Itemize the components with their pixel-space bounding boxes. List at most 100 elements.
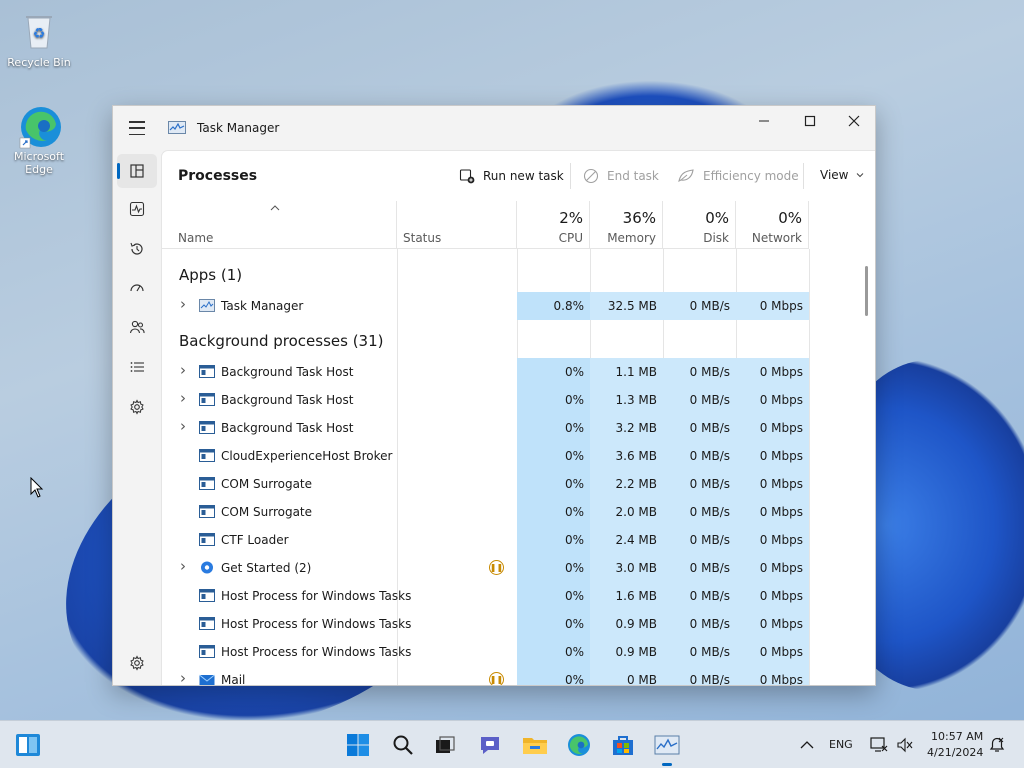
process-window-icon	[199, 505, 215, 518]
run-new-task-button[interactable]: Run new task	[459, 168, 564, 184]
table-row[interactable]: 0% 2.2 MB 0 MB/s 0 Mbps COM Surrogate	[162, 470, 859, 498]
desktop-icon-recycle-bin[interactable]: ♻ Recycle Bin	[3, 10, 75, 69]
language-indicator[interactable]: ENG	[829, 738, 853, 751]
start-button[interactable]	[345, 732, 371, 758]
table-row[interactable]: 0% 1.3 MB 0 MB/s 0 Mbps › Background Task Hos…	[162, 386, 859, 414]
memory-cell: 0.9 MB	[590, 610, 663, 638]
chevron-right-icon[interactable]: ›	[180, 417, 186, 435]
column-header-name[interactable]: Name	[162, 201, 397, 249]
nav-app-history[interactable]	[117, 232, 157, 266]
cpu-cell: 0%	[517, 414, 590, 442]
table-row[interactable]: 0% 0 MB 0 MB/s 0 Mbps › Mail ❚❚	[162, 666, 859, 685]
table-row[interactable]: 0% 2.4 MB 0 MB/s 0 Mbps CTF Loader	[162, 526, 859, 554]
suspended-status-icon: ❚❚	[489, 672, 504, 685]
notification-bell-icon	[989, 737, 1005, 752]
nav-details[interactable]	[117, 350, 157, 384]
edge-taskbar-button[interactable]	[566, 732, 592, 758]
maximize-button[interactable]	[787, 106, 833, 136]
store-button[interactable]	[610, 732, 636, 758]
close-button[interactable]	[831, 106, 877, 136]
table-row[interactable]: 0% 0.9 MB 0 MB/s 0 Mbps Host Process for Win…	[162, 638, 859, 666]
chevron-up-icon	[800, 741, 814, 749]
nav-settings[interactable]	[117, 646, 157, 680]
process-name: CTF Loader	[221, 533, 289, 547]
memory-cell: 2.4 MB	[590, 526, 663, 554]
process-window-icon	[199, 617, 215, 630]
chevron-right-icon[interactable]: ›	[180, 295, 186, 313]
disk-cell: 0 MB/s	[663, 386, 736, 414]
volume-button[interactable]	[892, 732, 918, 758]
vertical-scrollbar-thumb[interactable]	[865, 266, 868, 316]
chevron-right-icon[interactable]: ›	[180, 389, 186, 407]
desktop-icon-edge[interactable]: Microsoft Edge	[3, 104, 75, 176]
task-manager-taskbar-button[interactable]	[654, 732, 680, 766]
network-cell: 0 Mbps	[736, 292, 809, 320]
group-header[interactable]: Background processes (31)	[162, 320, 859, 358]
command-separator	[570, 163, 571, 189]
clock-time[interactable]: 10:57 AM	[931, 730, 983, 743]
hamburger-menu-icon[interactable]	[126, 119, 148, 137]
column-header-cpu[interactable]: 2% CPU	[517, 201, 590, 249]
show-hidden-icons-button[interactable]	[794, 732, 820, 758]
file-explorer-button[interactable]	[522, 732, 548, 758]
cpu-cell: 0%	[517, 498, 590, 526]
process-name: Task Manager	[221, 299, 304, 313]
command-bar: Processes Run new task End task Efficien…	[162, 151, 875, 201]
nav-performance[interactable]	[117, 192, 157, 226]
column-label: Network	[751, 231, 802, 245]
column-header-memory[interactable]: 36% Memory	[590, 201, 663, 249]
network-status-button[interactable]	[866, 732, 892, 758]
table-row[interactable]: 0% 2.0 MB 0 MB/s 0 Mbps COM Surrogate	[162, 498, 859, 526]
chevron-right-icon[interactable]: ›	[180, 669, 186, 685]
svg-text:♻: ♻	[33, 26, 46, 42]
efficiency-mode-label: Efficiency mode	[703, 169, 799, 183]
column-header-network[interactable]: 0% Network	[736, 201, 809, 249]
table-row[interactable]: 0.8% 32.5 MB 0 MB/s 0 Mbps › Task Manager	[162, 292, 859, 320]
network-cell: 0 Mbps	[736, 386, 809, 414]
table-row[interactable]: 0% 1.6 MB 0 MB/s 0 Mbps Host Process for Win…	[162, 582, 859, 610]
desktop-icon-label: Recycle Bin	[7, 56, 71, 69]
table-row[interactable]: 0% 3.0 MB 0 MB/s 0 Mbps › Get Started (2) ❚❚	[162, 554, 859, 582]
minimize-button[interactable]	[741, 106, 787, 136]
widgets-button[interactable]	[15, 732, 41, 758]
disk-cell: 0 MB/s	[663, 358, 736, 386]
task-manager-window: Task Manager Processes Run new task End …	[112, 105, 876, 686]
group-header[interactable]: Apps (1)	[162, 254, 859, 292]
clock-date[interactable]: 4/21/2024	[927, 746, 983, 759]
process-name: COM Surrogate	[221, 477, 313, 491]
end-task-button[interactable]: End task	[583, 168, 659, 184]
task-view-button[interactable]	[432, 732, 458, 758]
disk-cell: 0 MB/s	[663, 470, 736, 498]
window-title: Task Manager	[197, 121, 280, 135]
nav-processes[interactable]	[117, 154, 157, 188]
column-header-disk[interactable]: 0% Disk	[663, 201, 736, 249]
table-row[interactable]: 0% 3.2 MB 0 MB/s 0 Mbps › Background Task Hos…	[162, 414, 859, 442]
view-dropdown[interactable]: View	[820, 168, 864, 182]
table-row[interactable]: 0% 3.6 MB 0 MB/s 0 Mbps CloudExperienceHost …	[162, 442, 859, 470]
history-icon	[130, 242, 143, 255]
process-name: COM Surrogate	[221, 505, 313, 519]
chevron-right-icon[interactable]: ›	[180, 361, 186, 379]
table-row[interactable]: 0% 1.1 MB 0 MB/s 0 Mbps › Background Task Hos…	[162, 358, 859, 386]
teams-chat-button[interactable]	[477, 732, 503, 758]
nav-startup-apps[interactable]	[117, 271, 157, 305]
network-cell: 0 Mbps	[736, 610, 809, 638]
memory-cell: 0.9 MB	[590, 638, 663, 666]
title-bar[interactable]: Task Manager	[113, 106, 875, 150]
network-total-percent: 0%	[778, 209, 802, 227]
column-header-status[interactable]: Status	[397, 201, 517, 249]
efficiency-mode-button[interactable]: Efficiency mode	[677, 168, 799, 184]
disk-cell: 0 MB/s	[663, 442, 736, 470]
task-manager-app-icon	[168, 121, 186, 134]
notifications-button[interactable]	[984, 732, 1010, 758]
nav-users[interactable]	[117, 310, 157, 344]
table-row[interactable]: 0% 0.9 MB 0 MB/s 0 Mbps Host Process for Win…	[162, 610, 859, 638]
cpu-cell: 0%	[517, 666, 590, 685]
search-button[interactable]	[390, 732, 416, 758]
process-window-icon	[199, 393, 215, 406]
network-icon	[870, 737, 888, 752]
windows-logo-icon	[347, 734, 369, 756]
nav-services[interactable]	[117, 390, 157, 424]
chevron-right-icon[interactable]: ›	[180, 557, 186, 575]
process-window-icon	[199, 533, 215, 546]
